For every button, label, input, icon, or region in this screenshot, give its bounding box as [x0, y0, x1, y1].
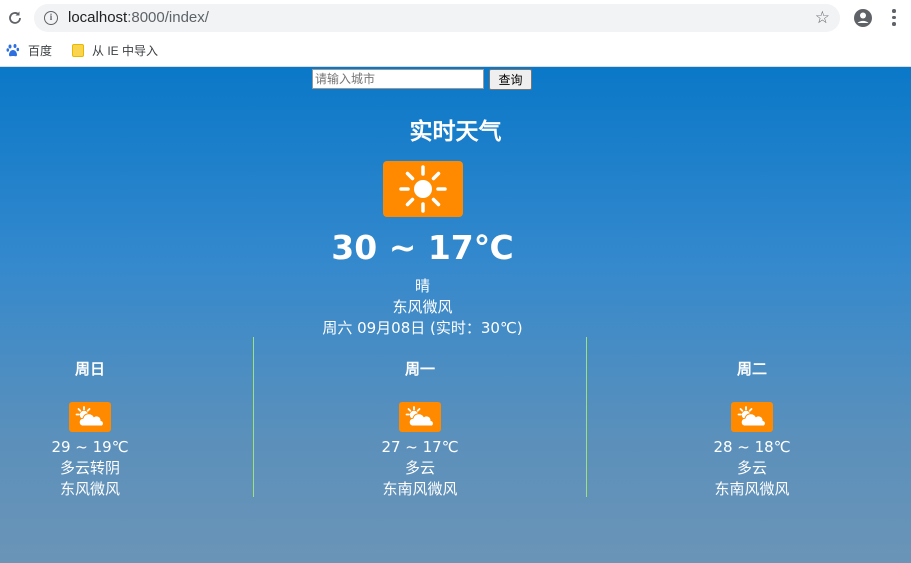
forecast-wind: 东南风微风	[382, 480, 458, 498]
url-host: localhost	[68, 9, 128, 26]
forecast-temp: 29 ~ 19℃	[51, 438, 129, 456]
account-icon[interactable]	[852, 7, 874, 29]
forecast-wind: 东南风微风	[714, 480, 790, 498]
forecast-temp: 28 ~ 18℃	[713, 438, 791, 456]
page-title: 实时天气	[409, 119, 502, 145]
city-search-input[interactable]	[312, 69, 484, 89]
forecast-day-card: 周一 27 ~ 17℃ 多云 东南风微风	[330, 337, 510, 500]
forecast-day-name: 周一	[404, 360, 435, 378]
info-icon[interactable]: i	[44, 10, 58, 25]
forecast-divider	[253, 337, 254, 497]
forecast-day-card: 周二 28 ~ 18℃ 多云 东南风微风	[662, 337, 842, 500]
address-bar[interactable]: i localhost:8000/index/ ☆	[34, 3, 840, 32]
bookmarks-bar: 百度 从 IE 中导入	[0, 35, 911, 65]
search-button[interactable]: 查询	[489, 69, 532, 90]
forecast-wind: 东风微风	[59, 480, 120, 498]
reload-icon[interactable]	[2, 5, 28, 31]
bookmark-import-ie[interactable]: 从 IE 中导入	[72, 42, 158, 59]
folder-icon	[72, 43, 85, 57]
forecast-divider	[586, 337, 587, 497]
partly-cloudy-icon	[731, 402, 773, 432]
current-temp-range: 30 ~ 17℃	[331, 228, 514, 267]
forecast-condition: 多云转阴	[59, 459, 120, 477]
bookmark-label: 百度	[28, 43, 53, 58]
partly-cloudy-icon	[399, 402, 441, 432]
sunny-icon	[383, 161, 463, 217]
current-date-line: 周六 09月08日 (实时：30℃)	[322, 319, 523, 337]
bookmark-baidu[interactable]: 百度	[6, 42, 52, 59]
forecast-temp: 27 ~ 17℃	[381, 438, 459, 456]
browser-chrome: i localhost:8000/index/ ☆ 百度 从 IE 中导入	[0, 0, 911, 67]
browser-toolbar: i localhost:8000/index/ ☆	[0, 0, 911, 35]
forecast-row: 周日 29 ~ 19℃ 多云转阴 东风微风 周一 27 ~ 17℃ 多云 东南风…	[0, 337, 911, 500]
weather-page: 查询 实时天气 30 ~ 17℃ 晴 东风微风 周六 09月08日 (实时：30…	[0, 67, 911, 563]
current-wind: 东风微风	[392, 298, 453, 316]
bookmark-star-icon[interactable]: ☆	[815, 8, 830, 28]
search-bar: 查询	[312, 69, 532, 90]
forecast-condition: 多云	[736, 459, 767, 477]
more-menu-icon[interactable]	[886, 9, 902, 26]
partly-cloudy-icon	[69, 402, 111, 432]
forecast-day-card: 周日 29 ~ 19℃ 多云转阴 东风微风	[0, 337, 180, 500]
url-path: :8000/index/	[127, 9, 209, 26]
current-condition: 晴	[414, 277, 430, 295]
forecast-day-name: 周日	[74, 360, 105, 378]
forecast-day-name: 周二	[736, 360, 767, 378]
baidu-paw-icon	[6, 44, 20, 57]
bookmark-label: 从 IE 中导入	[92, 43, 159, 58]
forecast-condition: 多云	[404, 459, 435, 477]
url-text[interactable]: localhost:8000/index/	[68, 9, 209, 26]
